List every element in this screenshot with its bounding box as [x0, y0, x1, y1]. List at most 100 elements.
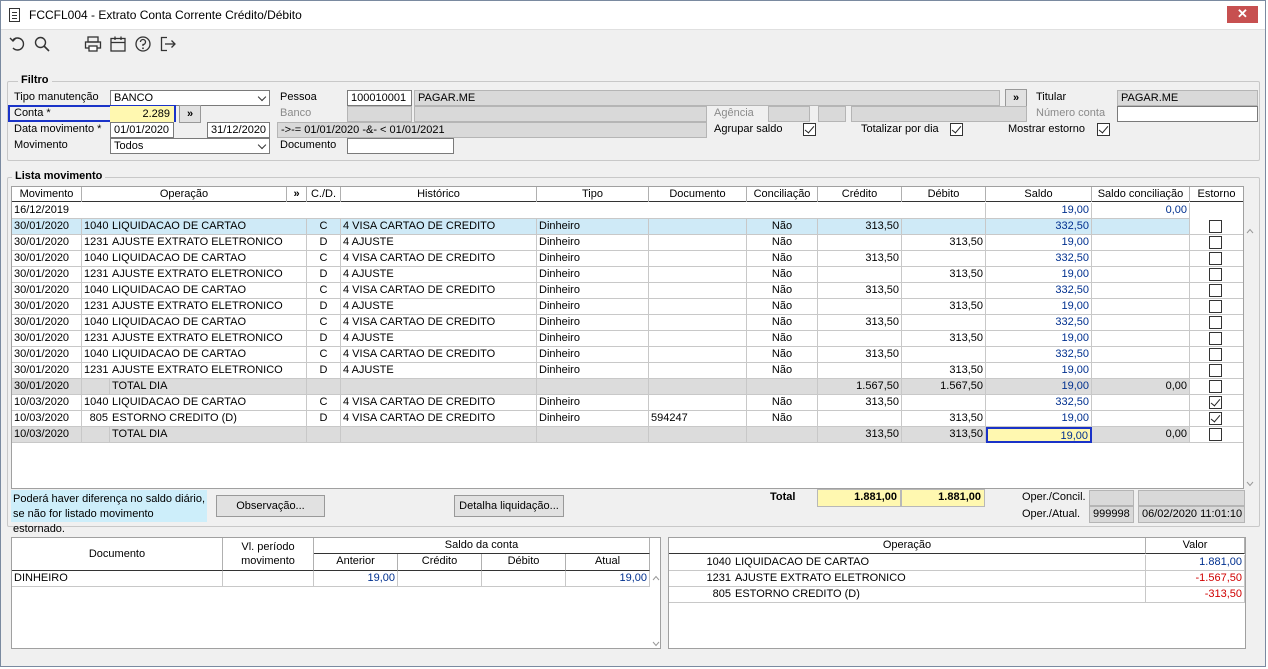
cell-documento	[649, 235, 747, 251]
col-conciliacao[interactable]: Conciliação	[747, 187, 818, 202]
col-saldo-conciliacao[interactable]: Saldo conciliação	[1092, 187, 1190, 202]
cell-credito	[818, 267, 902, 283]
col-historico[interactable]: Histórico	[341, 187, 537, 202]
estorno-checkbox[interactable]	[1209, 284, 1222, 297]
table-row[interactable]: 30/01/2020 1231 AJUSTE EXTRATO ELETRONICO D…	[12, 299, 1243, 315]
mostrar-estorno-checkbox[interactable]	[1097, 123, 1110, 136]
calendar-icon[interactable]	[109, 35, 129, 55]
doc-col-documento[interactable]: Documento	[12, 538, 223, 571]
col-debito[interactable]: Débito	[902, 187, 986, 202]
cell-movimento: 10/03/2020	[12, 427, 82, 443]
table-row[interactable]: 30/01/2020 1040 LIQUIDACAO DE CARTAO C 4 VIS…	[12, 251, 1243, 267]
movimento-select[interactable]: Todos	[110, 138, 270, 154]
cell-historico: 4 VISA CARTAO DE CREDITO	[341, 411, 537, 427]
detalha-liquidacao-button[interactable]: Detalha liquidação...	[454, 495, 564, 517]
doc-col-credito[interactable]: Crédito	[398, 554, 482, 571]
estorno-checkbox[interactable]	[1209, 332, 1222, 345]
estorno-checkbox[interactable]	[1209, 236, 1222, 249]
table-row[interactable]: 10/03/2020 TOTAL DIA 313,50 313,50 19,00 0,00	[12, 427, 1243, 443]
table-row[interactable]: 30/01/2020 1040 LIQUIDACAO DE CARTAO C 4 VIS…	[12, 315, 1243, 331]
table-row[interactable]: 1040 LIQUIDACAO DE CARTAO 1.881,00	[669, 555, 1245, 571]
conta-lookup-button[interactable]: »	[179, 105, 201, 123]
observacao-button[interactable]: Observação...	[216, 495, 325, 517]
agrupar-saldo-checkbox[interactable]	[803, 123, 816, 136]
scroll-up-icon[interactable]	[1246, 225, 1254, 234]
pessoa-code-input[interactable]: 100010001	[347, 90, 412, 106]
table-row[interactable]: 30/01/2020 1231 AJUSTE EXTRATO ELETRONICO D…	[12, 267, 1243, 283]
estorno-checkbox[interactable]	[1209, 412, 1222, 425]
table-row[interactable]: 30/01/2020 1040 LIQUIDACAO DE CARTAO C 4 VIS…	[12, 219, 1243, 235]
doc-col-atual[interactable]: Atual	[566, 554, 650, 571]
cell-operacao-code: 1231	[82, 235, 110, 251]
table-row[interactable]: 30/01/2020 1040 LIQUIDACAO DE CARTAO C 4 VIS…	[12, 347, 1243, 363]
cell-conciliacao: Não	[747, 235, 818, 251]
col-estorno[interactable]: Estorno	[1190, 187, 1243, 202]
doc-col-debito[interactable]: Débito	[482, 554, 566, 571]
totalizar-por-dia-checkbox[interactable]	[950, 123, 963, 136]
exit-icon[interactable]	[159, 35, 179, 55]
estorno-checkbox[interactable]	[1209, 220, 1222, 233]
table-row-initial[interactable]: 16/12/2019 19,00 0,00	[12, 203, 1243, 219]
estorno-checkbox[interactable]	[1209, 396, 1222, 409]
col-saldo[interactable]: Saldo	[986, 187, 1092, 202]
table-row[interactable]: 805 ESTORNO CREDITO (D) -313,50	[669, 587, 1245, 603]
cell-operacao: TOTAL DIA	[110, 427, 307, 443]
col-tipo[interactable]: Tipo	[537, 187, 649, 202]
cell-operacao: LIQUIDACAO DE CARTAO	[110, 219, 307, 235]
printer-icon[interactable]	[84, 35, 104, 55]
doc-scroll-down-icon[interactable]	[652, 638, 660, 647]
estorno-checkbox[interactable]	[1209, 428, 1222, 441]
conta-input[interactable]: 2.289	[110, 106, 174, 122]
estorno-checkbox[interactable]	[1209, 364, 1222, 377]
data-inicio-input[interactable]: 01/01/2020	[110, 122, 174, 138]
col-more-button[interactable]: »	[287, 187, 307, 202]
doc-col-vl-periodo[interactable]: Vl. período movimento	[223, 538, 314, 571]
table-row[interactable]: 10/03/2020 805 ESTORNO CREDITO (D) D 4 VISA …	[12, 411, 1243, 427]
cell-saldo: 19,00	[986, 267, 1092, 283]
col-cd[interactable]: C./D.	[307, 187, 341, 202]
search-icon[interactable]	[33, 35, 53, 55]
op-col-operacao[interactable]: Operação	[669, 538, 1146, 554]
tipo-manutencao-label: Tipo manutenção	[14, 91, 99, 103]
cell-movimento: 10/03/2020	[12, 411, 82, 427]
cell-cd	[307, 427, 341, 443]
col-operacao[interactable]: Operação	[82, 187, 287, 202]
table-row[interactable]: 10/03/2020 1040 LIQUIDACAO DE CARTAO C 4 VIS…	[12, 395, 1243, 411]
tipo-manutencao-select[interactable]: BANCO	[110, 90, 270, 106]
estorno-checkbox[interactable]	[1209, 348, 1222, 361]
cell-tipo: Dinheiro	[537, 235, 649, 251]
pessoa-lookup-button[interactable]: »	[1005, 89, 1027, 107]
estorno-checkbox[interactable]	[1209, 300, 1222, 313]
estorno-checkbox[interactable]	[1209, 268, 1222, 281]
cell-saldo-conciliacao	[1092, 219, 1190, 235]
col-documento[interactable]: Documento	[649, 187, 747, 202]
cell-operacao: AJUSTE EXTRATO ELETRONICO	[110, 363, 307, 379]
estorno-checkbox[interactable]	[1209, 252, 1222, 265]
cell-credito: 313,50	[818, 283, 902, 299]
op-col-valor[interactable]: Valor	[1146, 538, 1245, 554]
estorno-checkbox[interactable]	[1209, 380, 1222, 393]
scroll-down-icon[interactable]	[1246, 478, 1254, 487]
table-row[interactable]: DINHEIRO 19,00 19,00	[12, 571, 660, 587]
data-movimento-label: Data movimento *	[14, 123, 102, 135]
documento-label: Documento	[280, 139, 337, 151]
table-row[interactable]: 30/01/2020 1231 AJUSTE EXTRATO ELETRONICO D…	[12, 331, 1243, 347]
col-movimento[interactable]: Movimento	[12, 187, 82, 202]
table-row[interactable]: 30/01/2020 1040 LIQUIDACAO DE CARTAO C 4 VIS…	[12, 283, 1243, 299]
cell-saldo-conciliacao	[1092, 299, 1190, 315]
cell-documento	[649, 379, 747, 395]
help-icon[interactable]	[134, 35, 154, 55]
doc-col-anterior[interactable]: Anterior	[314, 554, 398, 571]
titular-label: Titular	[1036, 91, 1067, 103]
col-credito[interactable]: Crédito	[818, 187, 902, 202]
table-row[interactable]: 30/01/2020 TOTAL DIA 1.567,50 1.567,50 19,00…	[12, 379, 1243, 395]
data-fim-input[interactable]: 31/12/2020	[207, 122, 270, 138]
table-row[interactable]: 1231 AJUSTE EXTRATO ELETRONICO -1.567,50	[669, 571, 1245, 587]
table-row[interactable]: 30/01/2020 1231 AJUSTE EXTRATO ELETRONICO D…	[12, 363, 1243, 379]
undo-icon[interactable]	[9, 35, 29, 55]
doc-scroll-up-icon[interactable]	[652, 572, 660, 581]
close-button[interactable]: ✕	[1227, 6, 1258, 23]
estorno-checkbox[interactable]	[1209, 316, 1222, 329]
documento-input[interactable]	[347, 138, 454, 154]
table-row[interactable]: 30/01/2020 1231 AJUSTE EXTRATO ELETRONICO D…	[12, 235, 1243, 251]
